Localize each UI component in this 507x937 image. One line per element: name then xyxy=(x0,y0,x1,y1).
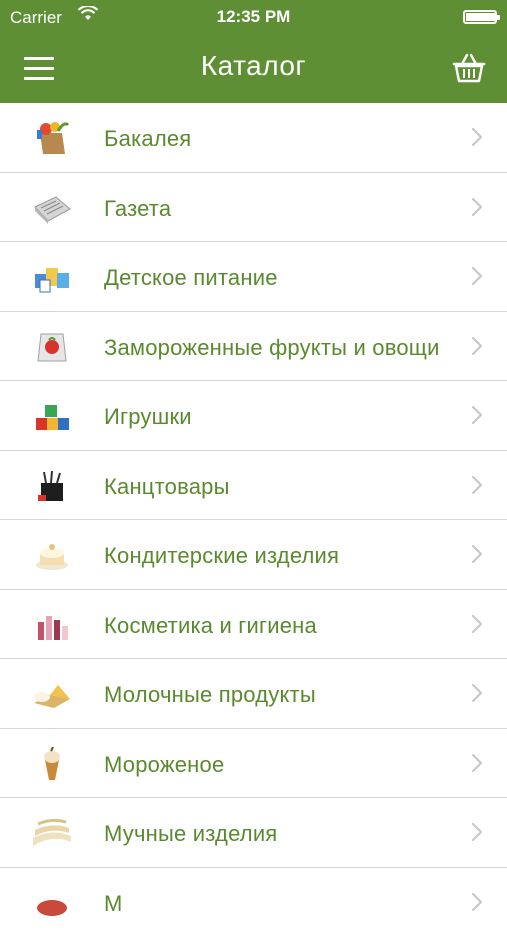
baby-food-icon xyxy=(32,260,72,294)
catalog-item-toys[interactable]: Игрушки xyxy=(0,381,507,451)
chevron-right-icon xyxy=(471,892,483,912)
item-label: Замороженные фрукты и овощи xyxy=(104,335,458,361)
chevron-right-icon xyxy=(471,475,483,495)
cake-icon xyxy=(32,538,72,572)
catalog-item-frozen[interactable]: Замороженные фрукты и овощи xyxy=(0,312,507,382)
chevron-right-icon xyxy=(471,822,483,842)
battery-icon xyxy=(463,10,497,24)
chevron-right-icon xyxy=(471,683,483,703)
newspaper-icon xyxy=(32,191,72,225)
catalog-item-stationery[interactable]: Канцтовары xyxy=(0,451,507,521)
status-time: 12:35 PM xyxy=(0,7,507,27)
catalog-item-baby-food[interactable]: Детское питание xyxy=(0,242,507,312)
catalog-item-flour-products[interactable]: Мучные изделия xyxy=(0,798,507,868)
item-label: М xyxy=(104,891,458,917)
dairy-icon xyxy=(32,677,72,711)
chevron-right-icon xyxy=(471,544,483,564)
basket-icon[interactable] xyxy=(451,52,487,86)
page-title: Каталог xyxy=(0,50,507,82)
catalog-item-cosmetics[interactable]: Косметика и гигиена xyxy=(0,590,507,660)
item-label: Бакалея xyxy=(104,126,458,152)
item-label: Мучные изделия xyxy=(104,821,458,847)
cosmetics-icon xyxy=(32,608,72,642)
frozen-fruit-icon xyxy=(32,330,72,364)
top-bar: Carrier 12:35 PM Каталог xyxy=(0,0,507,103)
catalog-list: Бакалея Газета Детское питание xyxy=(0,103,507,937)
chevron-right-icon xyxy=(471,266,483,286)
item-label: Канцтовары xyxy=(104,474,458,500)
chevron-right-icon xyxy=(471,753,483,773)
catalog-item-dairy[interactable]: Молочные продукты xyxy=(0,659,507,729)
meat-icon xyxy=(32,886,72,920)
stationery-icon xyxy=(32,469,72,503)
item-label: Кондитерские изделия xyxy=(104,543,458,569)
chevron-right-icon xyxy=(471,614,483,634)
catalog-item-ice-cream[interactable]: Мороженое xyxy=(0,729,507,799)
catalog-item-newspaper[interactable]: Газета xyxy=(0,173,507,243)
item-label: Детское питание xyxy=(104,265,458,291)
toy-blocks-icon xyxy=(32,399,72,433)
chevron-right-icon xyxy=(471,197,483,217)
ice-cream-icon xyxy=(32,747,72,781)
status-bar: Carrier 12:35 PM xyxy=(0,0,507,36)
flour-products-icon xyxy=(32,816,72,850)
item-label: Молочные продукты xyxy=(104,682,458,708)
chevron-right-icon xyxy=(471,336,483,356)
item-label: Газета xyxy=(104,196,458,222)
groceries-bag-icon xyxy=(32,121,72,155)
catalog-item-confectionery[interactable]: Кондитерские изделия xyxy=(0,520,507,590)
catalog-item-partial[interactable]: М xyxy=(0,868,507,937)
item-label: Косметика и гигиена xyxy=(104,613,458,639)
nav-bar: Каталог xyxy=(0,36,507,103)
item-label: Игрушки xyxy=(104,404,458,430)
chevron-right-icon xyxy=(471,405,483,425)
chevron-right-icon xyxy=(471,127,483,147)
catalog-item-groceries[interactable]: Бакалея xyxy=(0,103,507,173)
item-label: Мороженое xyxy=(104,752,458,778)
